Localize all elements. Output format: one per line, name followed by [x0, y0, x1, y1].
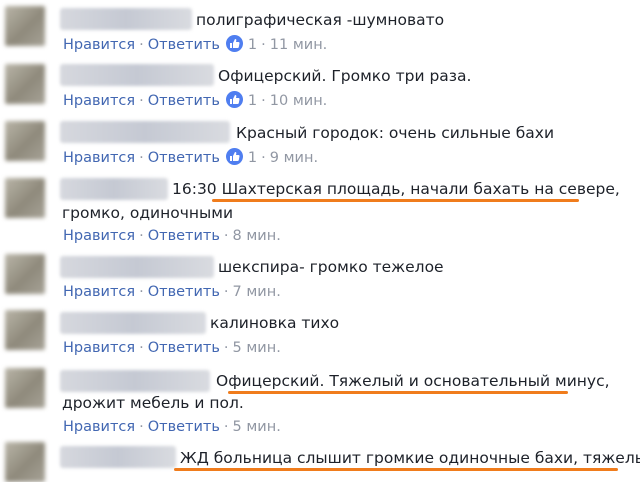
comment-text: 16:30 Шахтерская площадь, начали бахать … — [172, 180, 620, 198]
like-icon[interactable] — [225, 91, 243, 108]
reply-link[interactable]: Ответить — [148, 340, 220, 356]
comment-text: калиновка тихо — [210, 314, 340, 332]
like-icon[interactable] — [225, 148, 243, 165]
comment-text: Красный городок: очень сильные бахи — [236, 124, 555, 142]
reply-link[interactable]: Ответить — [148, 284, 220, 300]
comment-text-line-2: громко, одиночными — [62, 204, 234, 222]
author-name-blurred[interactable] — [60, 8, 192, 30]
comment-actions: Нравится · Ответить 1 · 9 мин. — [63, 148, 319, 166]
timestamp[interactable]: 5 мин. — [233, 340, 281, 356]
avatar[interactable] — [5, 121, 45, 161]
like-link[interactable]: Нравится — [63, 340, 135, 356]
author-name-blurred[interactable] — [60, 64, 214, 86]
author-name-blurred[interactable] — [60, 121, 230, 143]
reply-link[interactable]: Ответить — [148, 228, 220, 244]
author-name-blurred[interactable] — [60, 312, 206, 334]
timestamp[interactable]: 5 мин. — [233, 419, 281, 435]
author-name-blurred[interactable] — [60, 178, 168, 200]
like-icon[interactable] — [225, 35, 243, 52]
timestamp[interactable]: 9 мин. — [270, 150, 318, 166]
comment-actions: Нравится · Ответить · 5 мин. — [63, 340, 281, 356]
avatar[interactable] — [5, 178, 45, 218]
timestamp[interactable]: 7 мин. — [233, 284, 281, 300]
comment-actions: Нравится · Ответить · 8 мин. — [63, 228, 281, 244]
like-count: 1 — [247, 93, 258, 109]
avatar[interactable] — [5, 310, 45, 350]
like-count: 1 — [247, 150, 258, 166]
avatar[interactable] — [5, 64, 45, 104]
comment-text: полиграфическая -шумновато — [196, 11, 445, 29]
author-name-blurred[interactable] — [60, 446, 176, 468]
avatar[interactable] — [5, 254, 45, 294]
like-link[interactable]: Нравится — [63, 284, 135, 300]
reply-link[interactable]: Ответить — [148, 150, 220, 166]
comment-actions: Нравится · Ответить · 7 мин. — [63, 284, 281, 300]
like-link[interactable]: Нравится — [63, 419, 135, 435]
timestamp[interactable]: 8 мин. — [233, 228, 281, 244]
like-link[interactable]: Нравится — [63, 37, 135, 53]
author-name-blurred[interactable] — [60, 256, 214, 278]
comment-text: ЖД больница слышит громкие одиночные бах… — [180, 449, 640, 467]
timestamp[interactable]: 10 мин. — [270, 93, 328, 109]
avatar[interactable] — [5, 442, 45, 482]
comment-text: Офицерский. Громко три раза. — [218, 67, 472, 85]
like-count: 1 — [247, 37, 258, 53]
comment-text-line-2: дрожит мебель и пол. — [62, 394, 244, 412]
comment-text: Офицерский. Тяжелый и основательный мину… — [216, 372, 610, 390]
comment-actions: Нравится · Ответить · 5 мин. — [63, 419, 281, 435]
reply-link[interactable]: Ответить — [148, 37, 220, 53]
comment-actions: Нравится · Ответить 1 · 10 мин. — [63, 91, 328, 109]
reply-link[interactable]: Ответить — [148, 93, 220, 109]
avatar[interactable] — [5, 6, 45, 46]
like-link[interactable]: Нравится — [63, 228, 135, 244]
highlight-underline — [174, 468, 618, 471]
avatar[interactable] — [5, 368, 45, 408]
highlight-underline — [228, 391, 568, 394]
comment-actions: Нравится · Ответить 1 · 11 мин. — [63, 35, 328, 53]
like-link[interactable]: Нравится — [63, 150, 135, 166]
highlight-underline — [212, 199, 579, 202]
author-name-blurred[interactable] — [60, 370, 210, 392]
comment-text: шекспира- громко тежелое — [218, 258, 444, 276]
timestamp[interactable]: 11 мин. — [270, 37, 328, 53]
like-link[interactable]: Нравится — [63, 93, 135, 109]
reply-link[interactable]: Ответить — [148, 419, 220, 435]
